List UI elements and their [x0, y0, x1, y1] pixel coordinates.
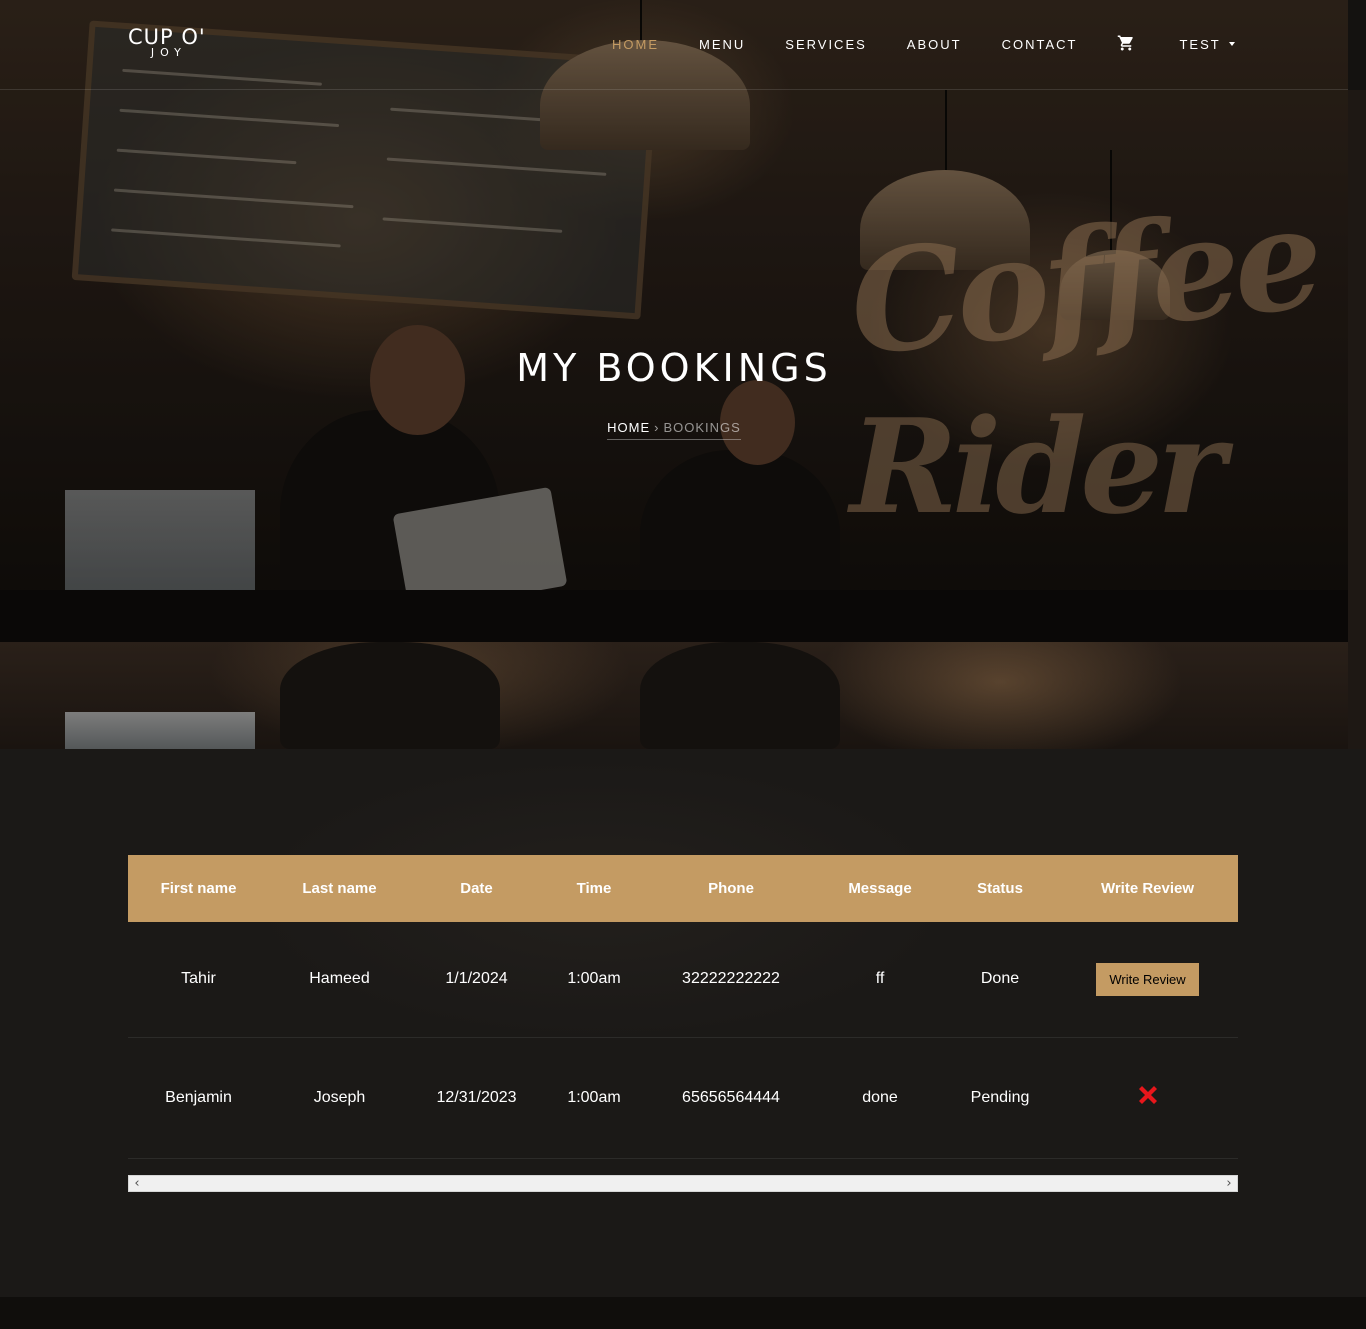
col-first-name: First name [160, 880, 237, 897]
bookings-table: First name Last name Date Time Phone Mes… [128, 855, 1238, 1159]
col-status: Status [977, 880, 1023, 897]
table-row: Benjamin Joseph 12/31/2023 1:00am 656565… [128, 1037, 1238, 1159]
cell-phone: 32222222222 [645, 922, 817, 1038]
table-horizontal-scrollbar[interactable]: ‹ › [128, 1175, 1238, 1192]
cell-status: Pending [943, 1037, 1057, 1159]
cell-first-name: Benjamin [128, 1037, 269, 1159]
breadcrumb: HOME › BOOKINGS [0, 420, 1348, 440]
nav-contact[interactable]: CONTACT [1002, 37, 1078, 52]
cell-message: ff [817, 922, 943, 1038]
nav-about[interactable]: ABOUT [907, 37, 962, 52]
navbar: CUP O' JOY HOME MENU SERVICES ABOUT CONT… [0, 0, 1348, 90]
table-header-row: First name Last name Date Time Phone Mes… [128, 855, 1238, 922]
brand-logo[interactable]: CUP O' JOY [128, 26, 206, 59]
write-review-button[interactable]: Write Review [1096, 962, 1199, 996]
caret-down-icon [1228, 42, 1235, 46]
bookings-section: First name Last name Date Time Phone Mes… [0, 749, 1366, 1297]
breadcrumb-current: BOOKINGS [663, 420, 741, 435]
col-date: Date [460, 880, 493, 897]
hero-background-strip [0, 642, 1348, 749]
col-last-name: Last name [302, 880, 377, 897]
cell-write-review: Write Review [1057, 922, 1238, 1038]
brand-logo-line1: CUP O' [128, 25, 206, 49]
cell-last-name: Joseph [269, 1037, 410, 1159]
cell-time: 1:00am [543, 1037, 645, 1159]
user-dropdown[interactable]: TEST [1179, 36, 1235, 52]
nav-services[interactable]: SERVICES [785, 37, 867, 52]
table-row: Tahir Hameed 1/1/2024 1:00am 32222222222… [128, 922, 1238, 1038]
col-message: Message [848, 880, 912, 897]
scroll-right-arrow-icon[interactable]: › [1222, 1176, 1236, 1191]
page-title: MY BOOKINGS [516, 346, 832, 390]
breadcrumb-separator: › [654, 420, 660, 435]
cell-write-review [1057, 1037, 1238, 1159]
hero-background: Coffee Rider [0, 0, 1348, 642]
scroll-left-arrow-icon[interactable]: ‹ [130, 1176, 144, 1191]
nav-menu[interactable]: MENU [699, 37, 745, 52]
x-icon [1138, 1086, 1157, 1104]
cart-icon[interactable] [1117, 34, 1135, 52]
cell-date: 12/31/2023 [410, 1037, 543, 1159]
cell-time: 1:00am [543, 922, 645, 1038]
nav-links: HOME MENU SERVICES ABOUT CONTACT TEST [612, 34, 1235, 52]
col-phone: Phone [708, 880, 754, 897]
footer-band [0, 1297, 1366, 1329]
user-dropdown-label: TEST [1179, 36, 1221, 52]
cell-date: 1/1/2024 [410, 922, 543, 1038]
cell-message: done [817, 1037, 943, 1159]
nav-home[interactable]: HOME [612, 37, 659, 52]
col-write-review: Write Review [1100, 880, 1195, 897]
cell-phone: 65656564444 [645, 1037, 817, 1159]
breadcrumb-home[interactable]: HOME [607, 420, 650, 435]
cell-status: Done [943, 922, 1057, 1038]
cell-first-name: Tahir [128, 922, 269, 1038]
bookings-table-container: First name Last name Date Time Phone Mes… [128, 855, 1238, 1159]
col-time: Time [576, 880, 612, 897]
cell-last-name: Hameed [269, 922, 410, 1038]
